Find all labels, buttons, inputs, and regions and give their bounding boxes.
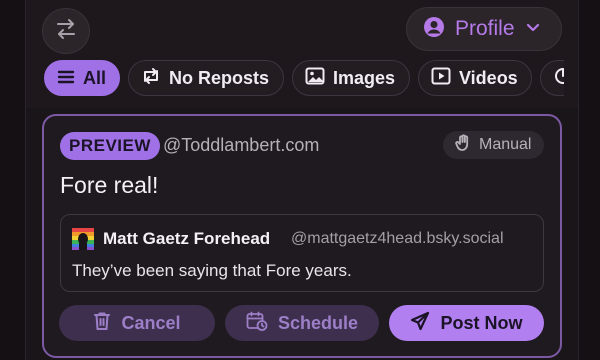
preview-badge: PREVIEW: [60, 132, 160, 160]
swap-arrows-icon: [54, 17, 78, 46]
schedule-label: Schedule: [277, 312, 359, 333]
more-filter-icon: [553, 67, 564, 90]
quoted-author-handle: @mattgaetz4head.bsky.social: [291, 230, 504, 247]
author-handle: @Toddlambert.com: [163, 135, 320, 155]
filter-label-all: All: [83, 67, 107, 88]
filter-chip-all[interactable]: All: [44, 60, 120, 96]
filter-label-no-reposts: No Reposts: [169, 67, 270, 88]
hand-icon: [455, 133, 471, 157]
quoted-avatar: [72, 228, 94, 250]
filter-chip-more[interactable]: [540, 60, 564, 96]
post-now-label: Post Now: [440, 312, 523, 333]
image-icon: [305, 67, 325, 90]
swap-button[interactable]: [42, 8, 90, 54]
left-edge-panel: [0, 0, 26, 360]
filter-chip-no-reposts[interactable]: No Reposts: [128, 60, 284, 96]
filter-label-images: Images: [333, 67, 396, 88]
filter-chip-videos[interactable]: Videos: [418, 60, 532, 96]
chevron-down-icon: [525, 19, 541, 40]
send-icon: [410, 311, 430, 336]
manual-mode-label: Manual: [479, 136, 532, 153]
schedule-button[interactable]: Schedule: [225, 305, 379, 341]
right-edge-panel: [578, 0, 600, 360]
post-now-button[interactable]: Post Now: [389, 305, 544, 341]
menu-lines-icon: [57, 68, 75, 89]
quoted-author-name: Matt Gaetz Forehead: [103, 229, 271, 248]
filter-chip-images[interactable]: Images: [292, 60, 410, 96]
post-text: Fore real!: [60, 172, 159, 198]
trash-icon: [93, 311, 111, 336]
profile-label: Profile: [455, 17, 515, 40]
calendar-clock-icon: [246, 311, 268, 336]
manual-mode-badge[interactable]: Manual: [443, 131, 544, 159]
filter-label-videos: Videos: [459, 67, 518, 88]
cancel-label: Cancel: [121, 312, 181, 333]
video-icon: [431, 67, 451, 90]
quoted-text: They’ve been saying that Fore years.: [72, 261, 352, 280]
filter-bar: All No Reposts Images Videos: [44, 60, 564, 98]
user-circle-icon: [423, 16, 445, 43]
cancel-button[interactable]: Cancel: [59, 305, 215, 341]
profile-dropdown[interactable]: Profile: [406, 7, 562, 51]
repost-icon: [141, 67, 161, 90]
